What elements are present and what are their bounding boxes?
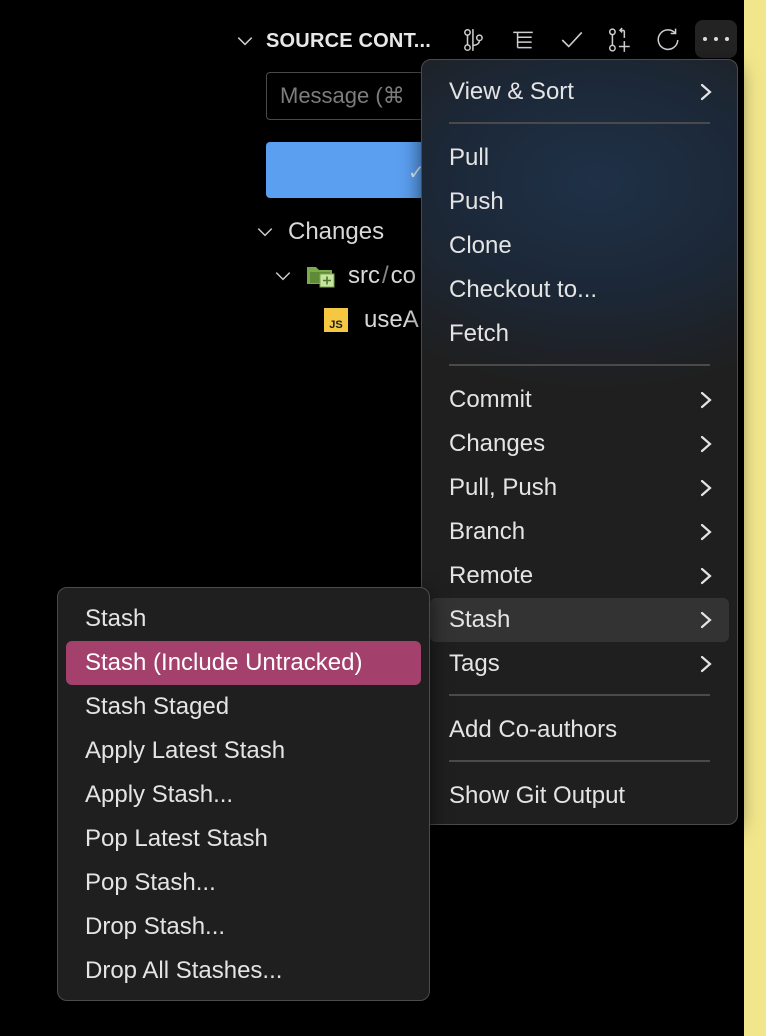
stash-item-drop-stash[interactable]: Drop Stash... — [66, 905, 421, 949]
chevron-right-icon — [700, 567, 712, 585]
menu-item-label: Stash — [85, 605, 147, 632]
menu-item-add-co-authors[interactable]: Add Co-authors — [430, 708, 729, 752]
changes-group[interactable]: Changes — [256, 218, 384, 246]
adjacent-window-edge — [744, 0, 766, 1036]
more-actions-icon — [703, 37, 707, 41]
menu-item-label: Stash (Include Untracked) — [85, 649, 363, 676]
menu-item-label: Apply Latest Stash — [85, 737, 286, 764]
javascript-file-icon: JS — [324, 308, 348, 332]
menu-item-clone[interactable]: Clone — [430, 224, 729, 268]
view-title: SOURCE CONT... — [266, 29, 432, 52]
create-pull-request-icon[interactable] — [604, 24, 636, 56]
chevron-down-icon — [257, 228, 273, 237]
graph-icon[interactable] — [458, 24, 490, 56]
menu-item-label: Branch — [449, 518, 526, 545]
menu-item-fetch[interactable]: Fetch — [430, 312, 729, 356]
chevron-right-icon — [700, 479, 712, 497]
menu-item-label: Pop Stash... — [85, 869, 216, 896]
chevron-right-icon — [700, 655, 712, 673]
view-list-icon[interactable] — [507, 24, 539, 56]
menu-item-label: Fetch — [449, 320, 510, 347]
menu-item-label: View & Sort — [449, 78, 574, 105]
menu-item-label: Stash Staged — [85, 693, 230, 720]
more-actions-button[interactable] — [695, 20, 737, 58]
menu-separator — [449, 364, 710, 366]
chevron-right-icon — [700, 83, 712, 101]
menu-item-stash[interactable]: Stash — [430, 598, 729, 642]
source-control-header[interactable]: SOURCE CONT... — [236, 24, 431, 58]
menu-item-push[interactable]: Push — [430, 180, 729, 224]
chevron-right-icon — [700, 391, 712, 409]
file-label: useA — [364, 306, 419, 333]
stash-item-pop-stash[interactable]: Pop Stash... — [66, 861, 421, 905]
menu-item-label: Show Git Output — [449, 782, 626, 809]
menu-item-label: Pull, Push — [449, 474, 558, 501]
folder-path-rest: co — [390, 262, 417, 289]
menu-separator — [449, 694, 710, 696]
more-actions-menu: View & Sort Pull Push Clone Checkout to... Fe… — [421, 59, 738, 825]
folder-label: src — [348, 262, 380, 289]
menu-item-branch[interactable]: Branch — [430, 510, 729, 554]
more-dot — [725, 37, 729, 41]
folder-added-icon — [307, 267, 335, 288]
stash-submenu: Stash Stash (Include Untracked) Stash Stag… — [57, 587, 430, 1001]
menu-item-checkout-to[interactable]: Checkout to... — [430, 268, 729, 312]
menu-item-label: Pop Latest Stash — [85, 825, 268, 852]
menu-item-pull[interactable]: Pull — [430, 136, 729, 180]
changes-group-label: Changes — [288, 218, 385, 245]
menu-item-label: Pull — [449, 144, 490, 171]
stash-item-apply-stash[interactable]: Apply Stash... — [66, 773, 421, 817]
stash-item-pop-latest-stash[interactable]: Pop Latest Stash — [66, 817, 421, 861]
chevron-right-icon — [700, 435, 712, 453]
menu-item-changes[interactable]: Changes — [430, 422, 729, 466]
stash-item-stash[interactable]: Stash — [66, 597, 421, 641]
chevron-down-icon — [237, 37, 253, 46]
menu-item-label: Drop Stash... — [85, 913, 226, 940]
commit-message-placeholder: Message (⌘ — [280, 83, 405, 108]
chevron-down-icon — [275, 272, 291, 281]
stash-item-apply-latest-stash[interactable]: Apply Latest Stash — [66, 729, 421, 773]
menu-item-label: Tags — [449, 650, 500, 677]
chevron-right-icon — [700, 611, 712, 629]
menu-item-tags[interactable]: Tags — [430, 642, 729, 686]
menu-item-label: Changes — [449, 430, 546, 457]
stash-item-stash-staged[interactable]: Stash Staged — [66, 685, 421, 729]
menu-item-label: Remote — [449, 562, 534, 589]
file-row[interactable]: JS useA — [324, 306, 419, 334]
menu-item-label: Commit — [449, 386, 532, 413]
menu-item-label: Clone — [449, 232, 512, 259]
menu-item-label: Checkout to... — [449, 276, 598, 303]
menu-item-remote[interactable]: Remote — [430, 554, 729, 598]
menu-item-label: Add Co-authors — [449, 716, 618, 743]
more-dot — [714, 37, 718, 41]
stash-item-drop-all-stashes[interactable]: Drop All Stashes... — [66, 949, 421, 993]
stash-item-stash-include-untracked[interactable]: Stash (Include Untracked) — [66, 641, 421, 685]
chevron-right-icon — [700, 523, 712, 541]
menu-item-label: Push — [449, 188, 504, 215]
menu-item-label: Stash — [449, 606, 511, 633]
folder-row[interactable]: src / co — [274, 262, 416, 290]
menu-item-label: Drop All Stashes... — [85, 957, 283, 984]
menu-item-label: Apply Stash... — [85, 781, 234, 808]
commit-check-icon[interactable] — [556, 24, 588, 56]
menu-separator — [449, 760, 710, 762]
refresh-icon[interactable] — [652, 24, 684, 56]
menu-separator — [449, 122, 710, 124]
path-separator: / — [382, 262, 389, 289]
menu-item-show-git-output[interactable]: Show Git Output — [430, 774, 729, 818]
menu-item-pull-push[interactable]: Pull, Push — [430, 466, 729, 510]
menu-item-view-sort[interactable]: View & Sort — [430, 70, 729, 114]
menu-item-commit[interactable]: Commit — [430, 378, 729, 422]
